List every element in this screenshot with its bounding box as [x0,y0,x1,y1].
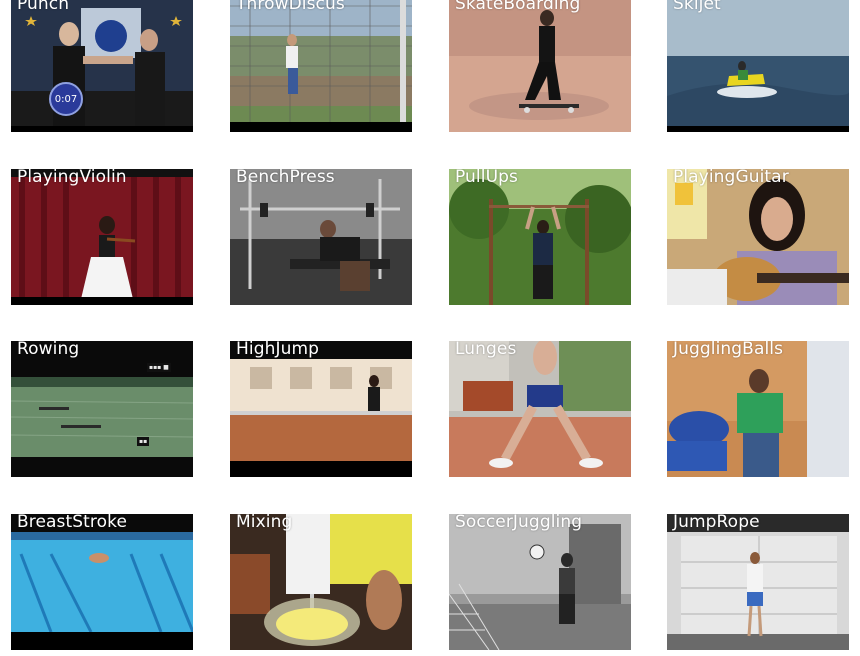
thumbnail-image-playingviolin [11,169,193,305]
video-thumbnail-jumprope: JumpRope [667,514,849,650]
tile-label: Punch [17,0,70,14]
video-thumbnail-soccerjuggling: SoccerJuggling [449,514,631,650]
thumbnail-image-soccerjuggling [449,514,631,650]
thumbnail-image-breaststroke [11,514,193,650]
video-thumbnail-lunges: Lunges [449,341,631,477]
thumbnail-image-skateboarding [449,0,631,132]
video-thumbnail-playingguitar: PlayingGuitar [667,169,849,305]
tile-label: Mixing [236,514,293,532]
thumbnail-image-highjump [230,341,412,477]
video-thumbnail-playingviolin: PlayingViolin [11,169,193,305]
tile-label: Skijet [673,0,721,14]
video-thumbnail-jugglingballs: JugglingBalls [667,341,849,477]
tile-label: PlayingViolin [17,169,127,187]
video-thumbnail-punch: 0:07 Punch [11,0,193,132]
thumbnail-image-mixing [230,514,412,650]
thumbnail-image-punch [11,0,193,132]
video-thumbnail-pullups: PullUps [449,169,631,305]
video-thumbnail-mixing: Mixing [230,514,412,650]
thumbnail-image-skijet [667,0,849,132]
thumbnail-image-throwdiscus [230,0,412,132]
timer-badge: 0:07 [49,82,83,116]
score-overlay: ▪▪ [137,437,150,446]
thumbnail-image-playingguitar [667,169,849,305]
tile-label: Lunges [455,341,517,359]
video-thumbnail-skateboarding: SkateBoarding [449,0,631,132]
tile-label: BreastStroke [17,514,128,532]
tile-label: ThrowDiscus [236,0,345,14]
video-thumbnail-highjump: HighJump [230,341,412,477]
tile-label: PlayingGuitar [673,169,789,187]
tile-label: PullUps [455,169,518,187]
video-thumbnail-skijet: Skijet [667,0,849,132]
tile-label: Rowing [17,341,80,359]
score-overlay: ▪▪▪ ■ [147,363,171,372]
tile-label: JumpRope [673,514,760,532]
video-thumbnail-throwdiscus: ThrowDiscus [230,0,412,132]
tile-label: HighJump [236,341,320,359]
video-thumbnail-rowing: ▪▪▪ ■ ▪▪ Rowing [11,341,193,477]
tile-label: JugglingBalls [673,341,784,359]
tile-label: SkateBoarding [455,0,581,14]
thumbnail-image-lunges [449,341,631,477]
thumbnail-image-rowing [11,341,193,477]
video-thumbnail-breaststroke: BreastStroke [11,514,193,650]
thumbnail-image-jugglingballs [667,341,849,477]
tile-label: SoccerJuggling [455,514,583,532]
tile-label: BenchPress [236,169,335,187]
thumbnail-image-jumprope [667,514,849,650]
thumbnail-image-benchpress [230,169,412,305]
thumbnail-image-pullups [449,169,631,305]
video-thumbnail-benchpress: BenchPress [230,169,412,305]
